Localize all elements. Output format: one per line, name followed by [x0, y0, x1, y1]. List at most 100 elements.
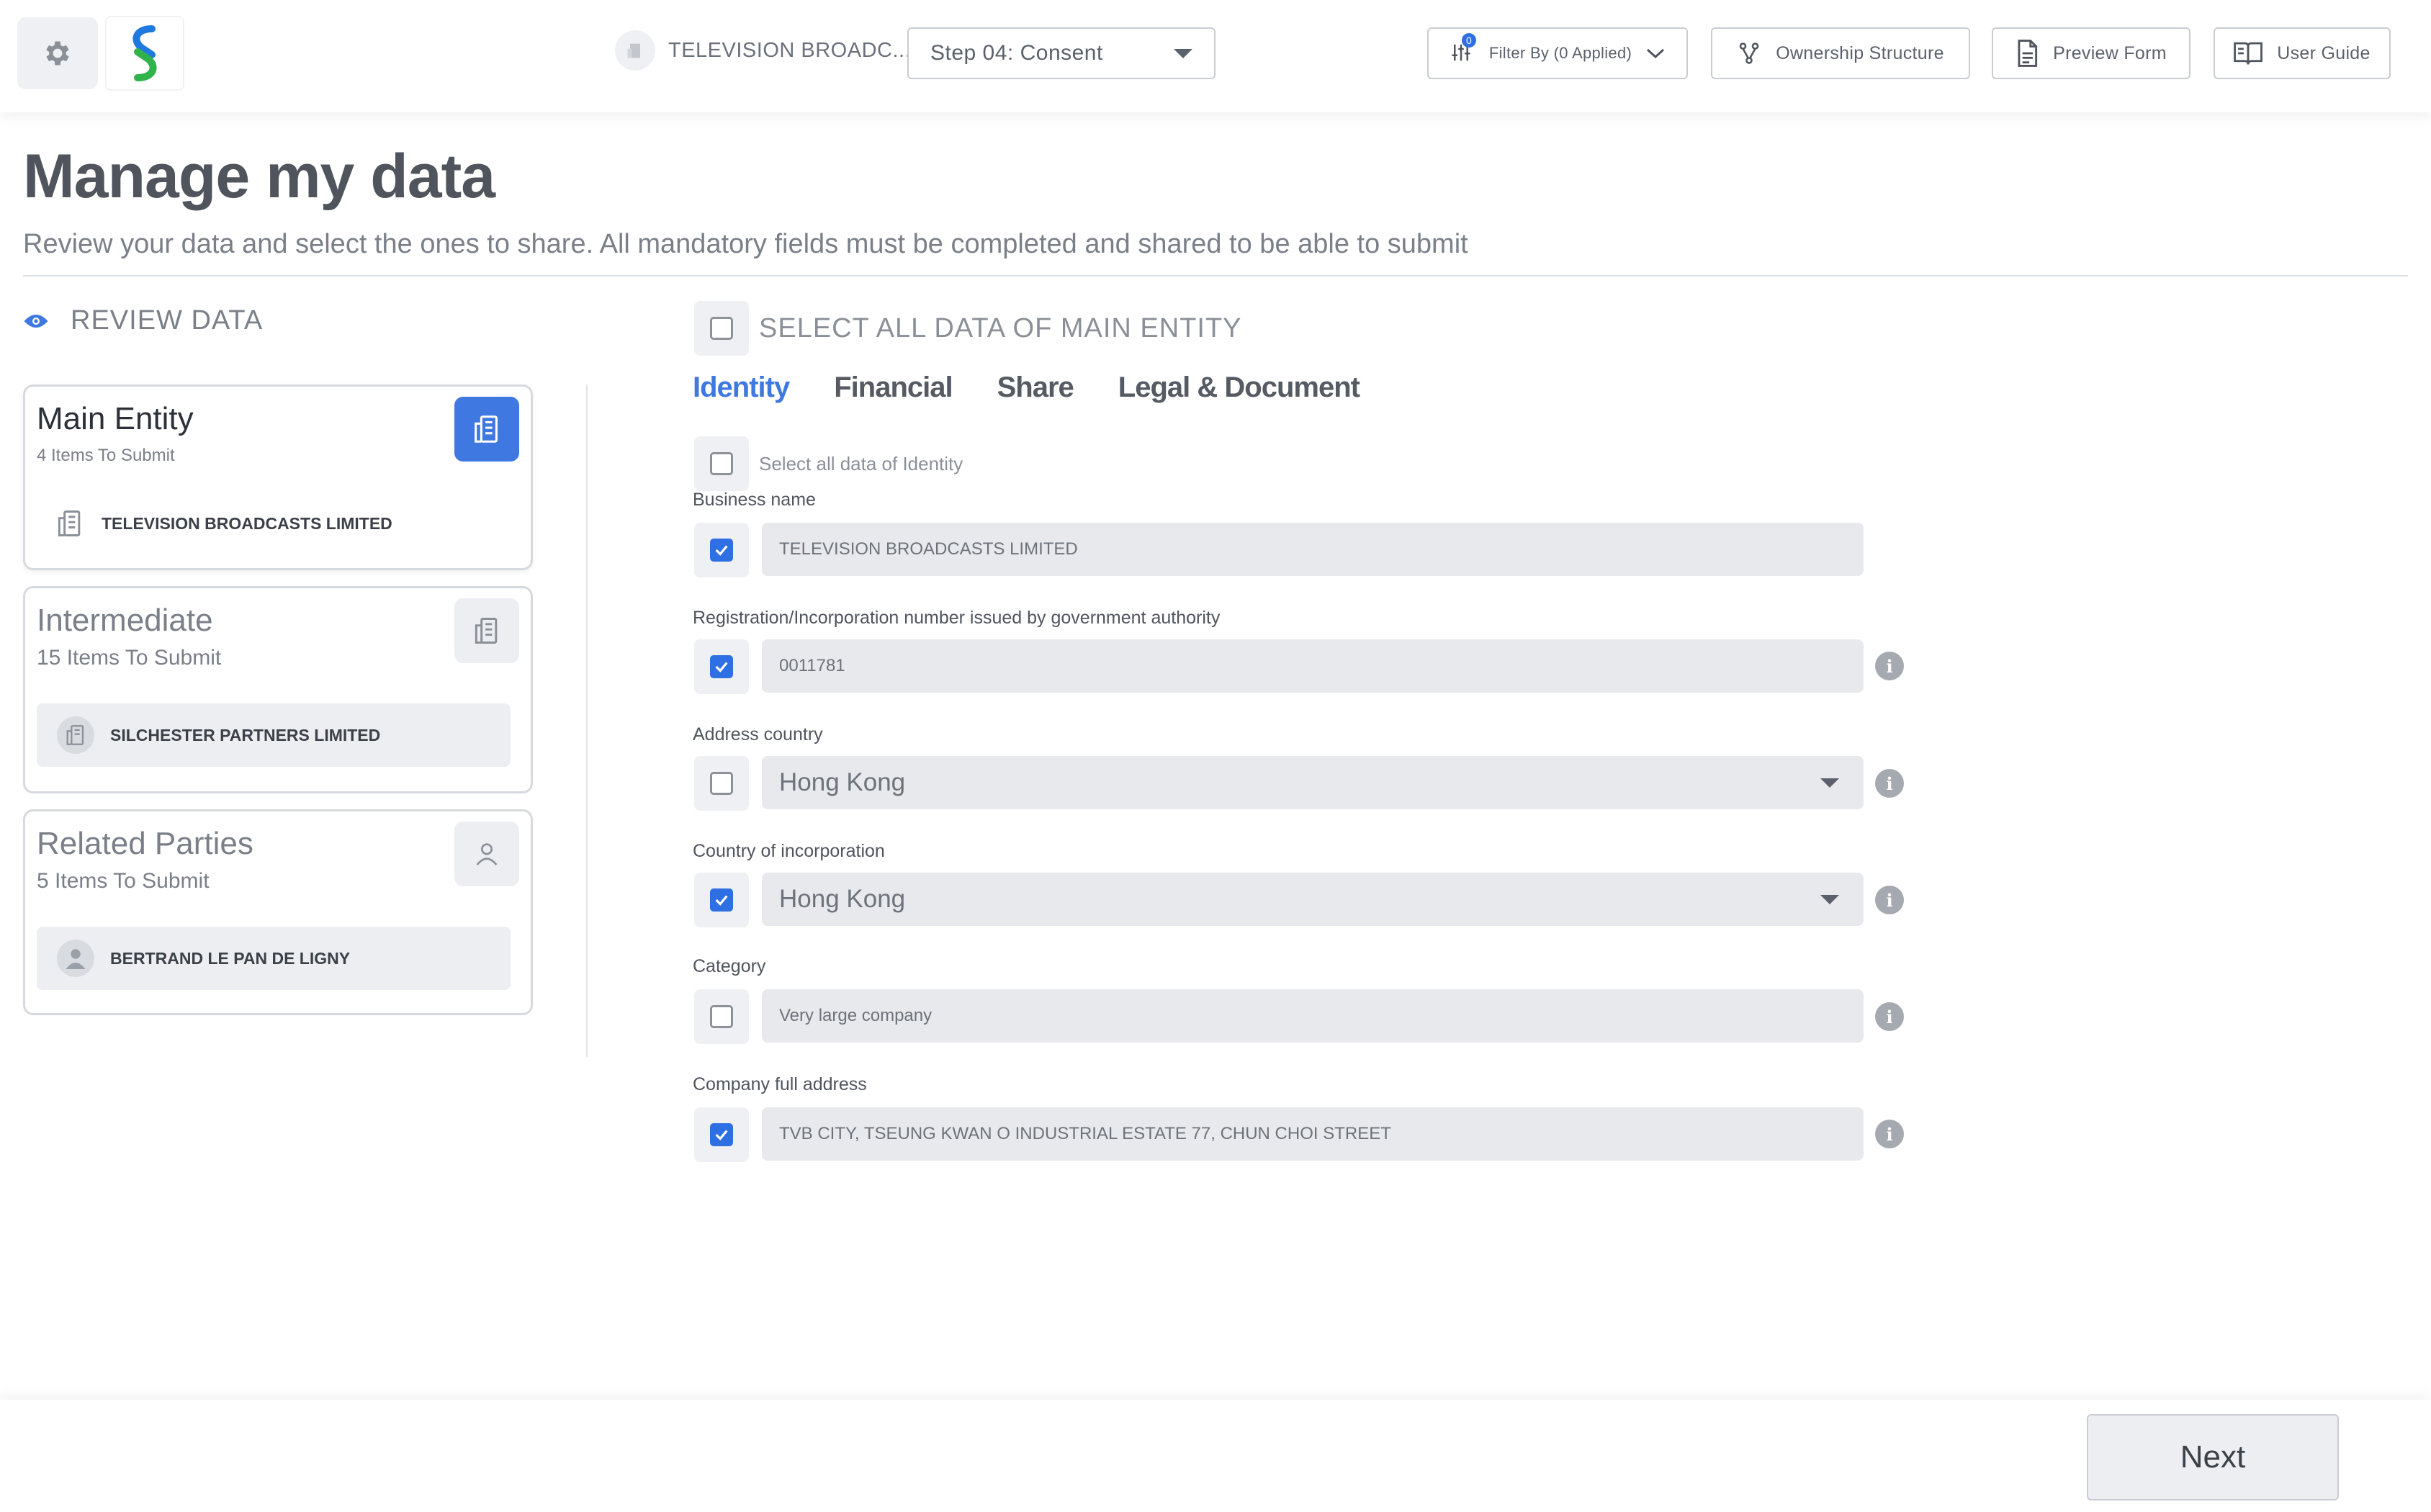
- intermediate-card[interactable]: Intermediate 15 Items To Submit SILCHEST…: [23, 586, 533, 793]
- ownership-structure-button[interactable]: Ownership Structure: [1711, 27, 1970, 79]
- top-bar: TELEVISION BROADC... Step 04: Consent 0 …: [0, 0, 2431, 112]
- entity-item-name: TELEVISION BROADCASTS LIMITED: [102, 513, 392, 533]
- main-entity-card[interactable]: Main Entity 4 Items To Submit TELEVISION…: [23, 384, 533, 570]
- building-icon: [57, 716, 94, 754]
- entity-item-name: SILCHESTER PARTNERS LIMITED: [110, 725, 381, 744]
- field-label-business-name: Business name: [693, 490, 816, 510]
- step-select[interactable]: Step 04: Consent: [907, 27, 1216, 79]
- field-label-address-country: Address country: [693, 724, 823, 744]
- country-of-incorporation-select: Hong Kong: [762, 873, 1864, 926]
- business-name-checkbox[interactable]: [710, 539, 733, 562]
- column-divider: [586, 384, 588, 1057]
- chevron-down-icon: [1174, 48, 1192, 58]
- page-subtitle: Review your data and select the ones to …: [23, 229, 1468, 259]
- person-icon: [454, 822, 519, 886]
- info-icon[interactable]: i: [1875, 1120, 1904, 1148]
- preview-form-label: Preview Form: [2053, 42, 2167, 63]
- footer-bar: Next: [0, 1400, 2431, 1512]
- book-icon: [2234, 42, 2263, 65]
- ownership-structure-label: Ownership Structure: [1776, 42, 1944, 63]
- entity-item-name: BERTRAND LE PAN DE LIGNY: [110, 948, 351, 968]
- list-item[interactable]: BERTRAND LE PAN DE LIGNY: [37, 927, 511, 990]
- select-all-identity-checkbox[interactable]: [710, 452, 733, 475]
- filter-button[interactable]: 0 Filter By (0 Applied): [1427, 27, 1688, 79]
- tab-identity[interactable]: Identity: [693, 372, 790, 404]
- checkbox-wrap: [694, 989, 749, 1044]
- chevron-down-icon: [1820, 778, 1839, 788]
- divider: [23, 275, 2408, 276]
- preview-form-button[interactable]: Preview Form: [1992, 27, 2190, 79]
- list-item[interactable]: TELEVISION BROADCASTS LIMITED: [37, 492, 511, 555]
- registration-number-field: 0011781: [762, 639, 1864, 693]
- company-full-address-checkbox[interactable]: [710, 1123, 733, 1146]
- registration-number-checkbox[interactable]: [710, 655, 733, 678]
- category-value: Very large company: [779, 1006, 933, 1025]
- checkbox-wrap: [694, 436, 749, 491]
- user-guide-label: User Guide: [2277, 42, 2371, 63]
- tab-legal-document[interactable]: Legal & Document: [1118, 372, 1360, 404]
- check-icon: [715, 662, 728, 672]
- entity-name: TELEVISION BROADC...: [668, 38, 912, 62]
- info-icon[interactable]: i: [1875, 1002, 1904, 1031]
- country-of-incorporation-value: Hong Kong: [779, 885, 906, 913]
- step-select-value: Step 04: Consent: [930, 41, 1103, 65]
- select-all-identity-label: Select all data of Identity: [759, 452, 963, 474]
- checkbox-wrap: [694, 301, 749, 356]
- chevron-down-icon: [1647, 48, 1665, 59]
- next-button-label: Next: [2180, 1439, 2246, 1475]
- checkbox-wrap: [694, 873, 749, 927]
- field-label-company-full-address: Company full address: [693, 1074, 867, 1094]
- card-count: 4 Items To Submit: [37, 446, 175, 465]
- info-icon[interactable]: i: [1875, 652, 1904, 680]
- page-title: Manage my data: [23, 142, 495, 211]
- eye-icon: [24, 314, 48, 328]
- current-entity-chip[interactable]: TELEVISION BROADC...: [615, 30, 911, 71]
- country-of-incorporation-checkbox[interactable]: [710, 888, 733, 912]
- card-count: 5 Items To Submit: [37, 869, 210, 893]
- business-name-value: TELEVISION BROADCASTS LIMITED: [779, 539, 1078, 559]
- list-item[interactable]: SILCHESTER PARTNERS LIMITED: [37, 703, 511, 767]
- address-country-value: Hong Kong: [779, 768, 906, 796]
- settings-button[interactable]: [17, 17, 98, 89]
- logo-icon: [132, 25, 157, 81]
- filter-label: Filter By (0 Applied): [1488, 44, 1632, 62]
- business-name-field: TELEVISION BROADCASTS LIMITED: [762, 523, 1864, 576]
- select-all-identity[interactable]: Select all data of Identity: [694, 436, 963, 491]
- info-icon[interactable]: i: [1875, 769, 1904, 798]
- user-guide-button[interactable]: User Guide: [2214, 27, 2391, 79]
- category-field: Very large company: [762, 989, 1864, 1043]
- card-count: 15 Items To Submit: [37, 646, 222, 670]
- check-icon: [715, 895, 728, 906]
- info-icon[interactable]: i: [1875, 886, 1904, 914]
- tab-share[interactable]: Share: [997, 372, 1074, 404]
- check-icon: [715, 1130, 728, 1140]
- checkbox-wrap: [694, 756, 749, 811]
- building-icon: [58, 510, 81, 536]
- brand-logo[interactable]: [105, 16, 184, 91]
- select-all-main-label: SELECT ALL DATA OF MAIN ENTITY: [759, 312, 1242, 343]
- check-icon: [715, 545, 728, 556]
- field-label-country-of-incorporation: Country of incorporation: [693, 841, 885, 861]
- field-label-registration-number: Registration/Incorporation number issued…: [693, 608, 1221, 628]
- chevron-down-icon: [1820, 894, 1839, 904]
- review-data-text: REVIEW DATA: [71, 305, 264, 336]
- building-icon: [615, 30, 655, 71]
- filter-count-badge: 0: [1461, 33, 1476, 48]
- select-all-main-checkbox[interactable]: [710, 317, 733, 340]
- category-checkbox[interactable]: [710, 1005, 733, 1028]
- tab-financial[interactable]: Financial: [834, 372, 953, 404]
- company-full-address-value: TVB CITY, TSEUNG KWAN O INDUSTRIAL ESTAT…: [779, 1124, 1391, 1143]
- checkbox-wrap: [694, 1107, 749, 1162]
- field-label-category: Category: [693, 956, 766, 976]
- gear-icon: [46, 41, 69, 66]
- filter-icon: 0: [1450, 33, 1476, 66]
- next-button[interactable]: Next: [2087, 1414, 2339, 1500]
- select-all-main-entity[interactable]: SELECT ALL DATA OF MAIN ENTITY: [694, 301, 1242, 356]
- building-icon: [454, 598, 519, 663]
- card-title: Related Parties: [37, 826, 253, 861]
- card-title: Intermediate: [37, 603, 213, 638]
- address-country-checkbox[interactable]: [710, 772, 733, 795]
- registration-number-value: 0011781: [779, 656, 845, 675]
- related-parties-card[interactable]: Related Parties 5 Items To Submit BERTRA…: [23, 809, 533, 1015]
- checkbox-wrap: [694, 523, 749, 577]
